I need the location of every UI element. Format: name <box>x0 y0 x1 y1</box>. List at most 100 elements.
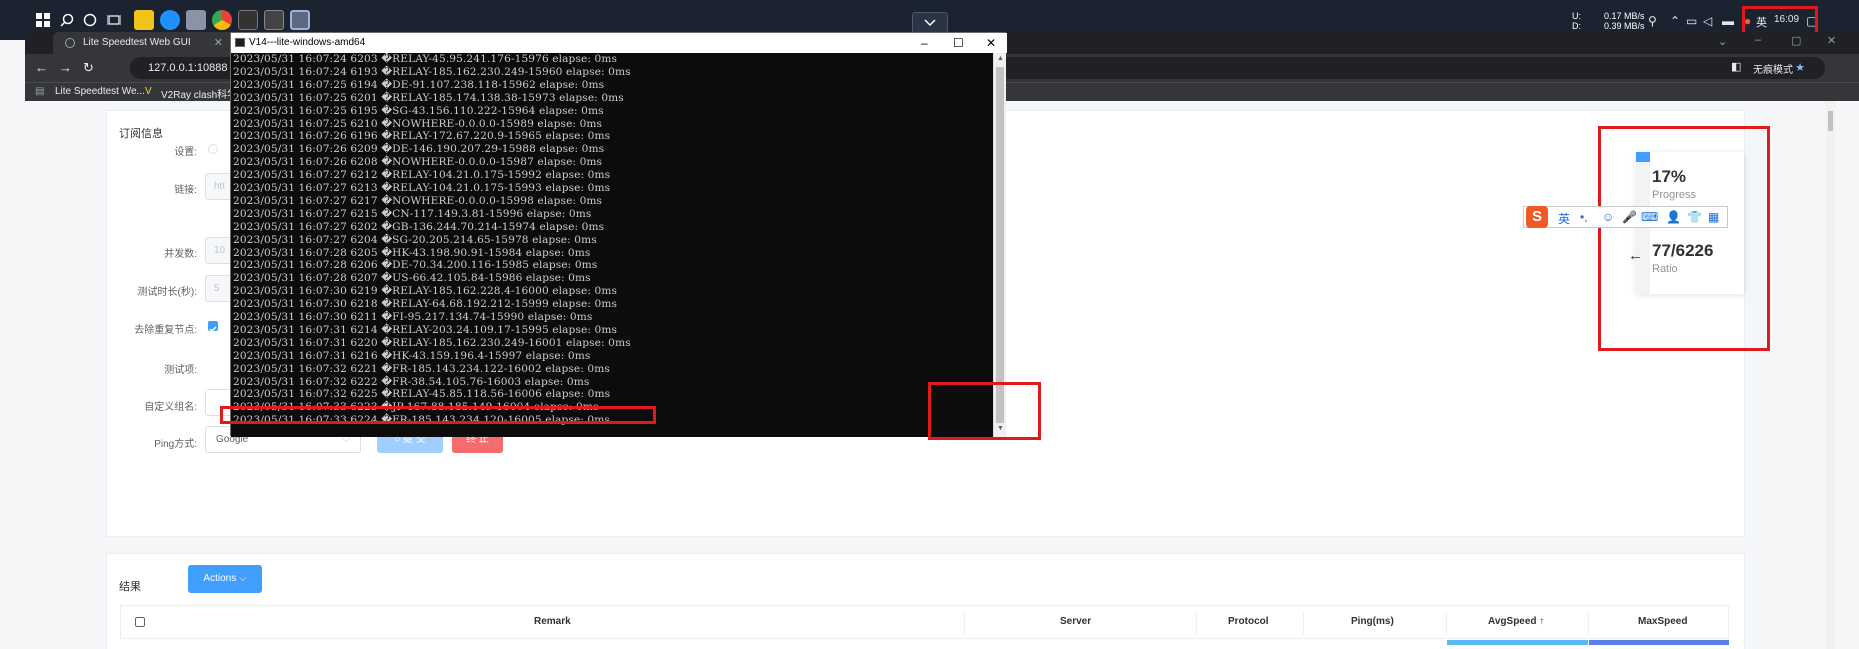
desktop-screen: { "taskbar": { "net_up_label": "U:", "ne… <box>0 0 1859 649</box>
punctuation-icon[interactable]: •, <box>1580 210 1588 224</box>
tab-title: Lite Speedtest Web GUI <box>83 37 191 48</box>
tab-search-icon[interactable]: ⌄ <box>1718 35 1727 48</box>
card-title: 订阅信息 <box>119 128 163 140</box>
sogou-logo-icon[interactable]: S <box>1526 206 1548 228</box>
console-line: 2023/05/31 16:07:27 6217 �NOWHERE-0.0.0.… <box>233 194 603 207</box>
console-line: 2023/05/31 16:07:26 6196 �RELAY-172.67.2… <box>233 130 611 143</box>
console-app-icon[interactable] <box>290 10 310 30</box>
console-line: 2023/05/31 16:07:25 6201 �RELAY-185.174.… <box>233 91 624 104</box>
user-icon[interactable]: 👤 <box>1666 210 1681 224</box>
select-all-checkbox[interactable] <box>135 617 145 627</box>
actions-button[interactable]: Actions ⌵ <box>188 565 262 593</box>
column-header-server[interactable]: Server <box>1060 616 1091 627</box>
column-header-maxspeed[interactable]: MaxSpeed <box>1638 616 1687 627</box>
bookmark-item[interactable]: V2Ray clash科学 <box>161 86 237 101</box>
console-title-bar[interactable]: V14---lite-windows-amd64 – ☐ ✕ <box>231 33 1007 53</box>
console-output[interactable]: 2023/05/31 16:07:24 6203 �RELAY-45.95.24… <box>231 53 993 437</box>
skin-icon[interactable]: 👕 <box>1687 210 1702 224</box>
console-line: 2023/05/31 16:07:31 6216 �HK-43.159.196.… <box>233 349 591 362</box>
console-title: V14---lite-windows-amd64 <box>249 37 366 48</box>
console-line: 2023/05/31 16:07:28 6207 �US-66.42.105.8… <box>233 272 591 285</box>
console-line: 2023/05/31 16:07:27 6213 �RELAY-104.21.0… <box>233 182 611 194</box>
app-icon[interactable] <box>264 10 284 30</box>
scroll-thumb[interactable] <box>1828 111 1833 131</box>
chrome-icon[interactable] <box>212 10 232 30</box>
ime-mode-button[interactable]: 英 <box>1558 210 1570 227</box>
console-line: 2023/05/31 16:07:28 6206 �DE-70.34.200.1… <box>233 259 598 272</box>
bookmark-item[interactable]: Lite Speedtest We... <box>55 86 145 97</box>
console-line: 2023/05/31 16:07:30 6219 �RELAY-185.162.… <box>233 285 618 298</box>
v2ray-icon: V <box>145 86 152 97</box>
link-placeholder: htt <box>214 181 226 192</box>
apps-icon[interactable]: ▤ <box>35 86 44 97</box>
scroll-thumb[interactable] <box>996 67 1004 423</box>
annotation-box-scrollbar <box>928 382 1041 440</box>
back-icon[interactable]: ← <box>35 60 48 76</box>
notepad-icon[interactable] <box>186 10 206 30</box>
close-window-icon[interactable]: ✕ <box>1827 34 1836 47</box>
maxspeed-cell-bar <box>1589 640 1729 645</box>
windows-start-icon[interactable] <box>34 11 52 29</box>
concurrency-label: 并发数: <box>164 249 197 260</box>
search-icon[interactable] <box>58 11 76 29</box>
edge-browser-icon[interactable] <box>160 10 180 30</box>
net-down-speed: 0.39 MB/s <box>1604 21 1645 31</box>
console-line: 2023/05/31 16:07:25 6194 �DE-91.107.238.… <box>233 78 605 91</box>
chevron-up-icon[interactable]: ⌃ <box>1670 14 1680 28</box>
minimize-icon[interactable]: – <box>1755 34 1761 46</box>
microphone-icon[interactable]: 🎤 <box>1622 210 1637 224</box>
cortana-icon[interactable] <box>81 11 99 29</box>
app-icon[interactable] <box>238 10 258 30</box>
console-line: 2023/05/31 16:07:26 6209 �DE-146.190.207… <box>233 143 605 156</box>
maximize-icon[interactable]: ☐ <box>953 33 964 53</box>
results-table-header: Remark Server Protocol Ping(ms) AvgSpeed… <box>120 605 1729 645</box>
close-icon[interactable]: ✕ <box>986 33 996 53</box>
dedupe-checkbox[interactable] <box>208 321 218 333</box>
console-line: 2023/05/31 16:07:32 6222 �FR-38.54.105.7… <box>233 375 590 388</box>
star-icon[interactable]: ★ <box>1795 57 1805 79</box>
chevron-down-icon[interactable] <box>912 12 948 34</box>
avgspeed-cell-bar <box>1447 640 1588 645</box>
page-scrollbar[interactable] <box>1826 101 1835 649</box>
group-label: 自定义组名: <box>144 402 197 413</box>
console-line: 2023/05/31 16:07:31 6214 �RELAY-203.24.1… <box>233 323 618 336</box>
file-explorer-icon[interactable] <box>134 10 154 30</box>
console-line: 2023/05/31 16:07:27 6202 �GB-136.244.70.… <box>233 220 605 233</box>
console-line: 2023/05/31 16:07:26 6208 �NOWHERE-0.0.0.… <box>233 156 603 169</box>
setting-label: 设置: <box>174 147 197 158</box>
net-down-label: D: <box>1572 21 1581 31</box>
browser-tab-active[interactable]: Lite Speedtest Web GUI ✕ <box>53 32 233 54</box>
console-line: 2023/05/31 16:07:24 6193 �RELAY-185.162.… <box>233 65 631 78</box>
people-icon[interactable]: ⚲ <box>1648 14 1657 28</box>
incognito-label[interactable]: 无痕模式 <box>1753 61 1793 76</box>
column-header-protocol[interactable]: Protocol <box>1228 616 1269 627</box>
sogou-ime-toolbar: S 英 •, ☺ 🎤 ⌨ 👤 👕 ▦ <box>1523 206 1728 228</box>
annotation-box-last-line <box>220 406 656 424</box>
column-header-remark[interactable]: Remark <box>534 616 571 627</box>
console-line: 2023/05/31 16:07:25 6195 �SG-43.156.110.… <box>233 104 604 117</box>
sidebar-icon[interactable]: ◧ <box>1731 60 1741 73</box>
volume-icon[interactable]: ◁ <box>1703 14 1712 28</box>
column-header-avgspeed[interactable]: AvgSpeed ↑ <box>1488 616 1544 627</box>
minimize-icon[interactable]: – <box>921 33 928 53</box>
restore-icon[interactable]: ▢ <box>1791 34 1801 47</box>
scroll-up-icon[interactable]: ▲ <box>997 55 1004 62</box>
emoji-icon[interactable]: ☺ <box>1602 210 1614 224</box>
task-view-icon[interactable] <box>105 11 123 29</box>
column-header-ping[interactable]: Ping(ms) <box>1351 616 1394 627</box>
console-line: 2023/05/31 16:07:30 6218 �RELAY-64.68.19… <box>233 298 618 311</box>
toolbox-icon[interactable]: ▦ <box>1708 210 1719 224</box>
battery-icon[interactable]: ▬ <box>1722 14 1734 28</box>
reload-icon[interactable]: ↻ <box>83 60 94 76</box>
tab-close-icon[interactable]: ✕ <box>214 32 223 54</box>
net-up-speed: 0.17 MB/s <box>1604 11 1645 21</box>
console-line: 2023/05/31 16:07:28 6205 �HK-43.198.90.9… <box>233 246 591 259</box>
console-line: 2023/05/31 16:07:27 6215 �CN-117.149.3.8… <box>233 207 592 220</box>
console-line: 2023/05/31 16:07:25 6210 �NOWHERE-0.0.0.… <box>233 117 603 130</box>
forward-icon[interactable]: → <box>59 60 72 76</box>
keyboard-icon[interactable]: ⌨ <box>1641 210 1658 224</box>
network-icon[interactable]: ▭ <box>1686 14 1697 28</box>
console-line: 2023/05/31 16:07:32 6221 �FR-185.143.234… <box>233 362 610 375</box>
console-scrollbar[interactable]: ▲ ▼ <box>993 53 1006 437</box>
setting-radio[interactable] <box>208 144 218 154</box>
